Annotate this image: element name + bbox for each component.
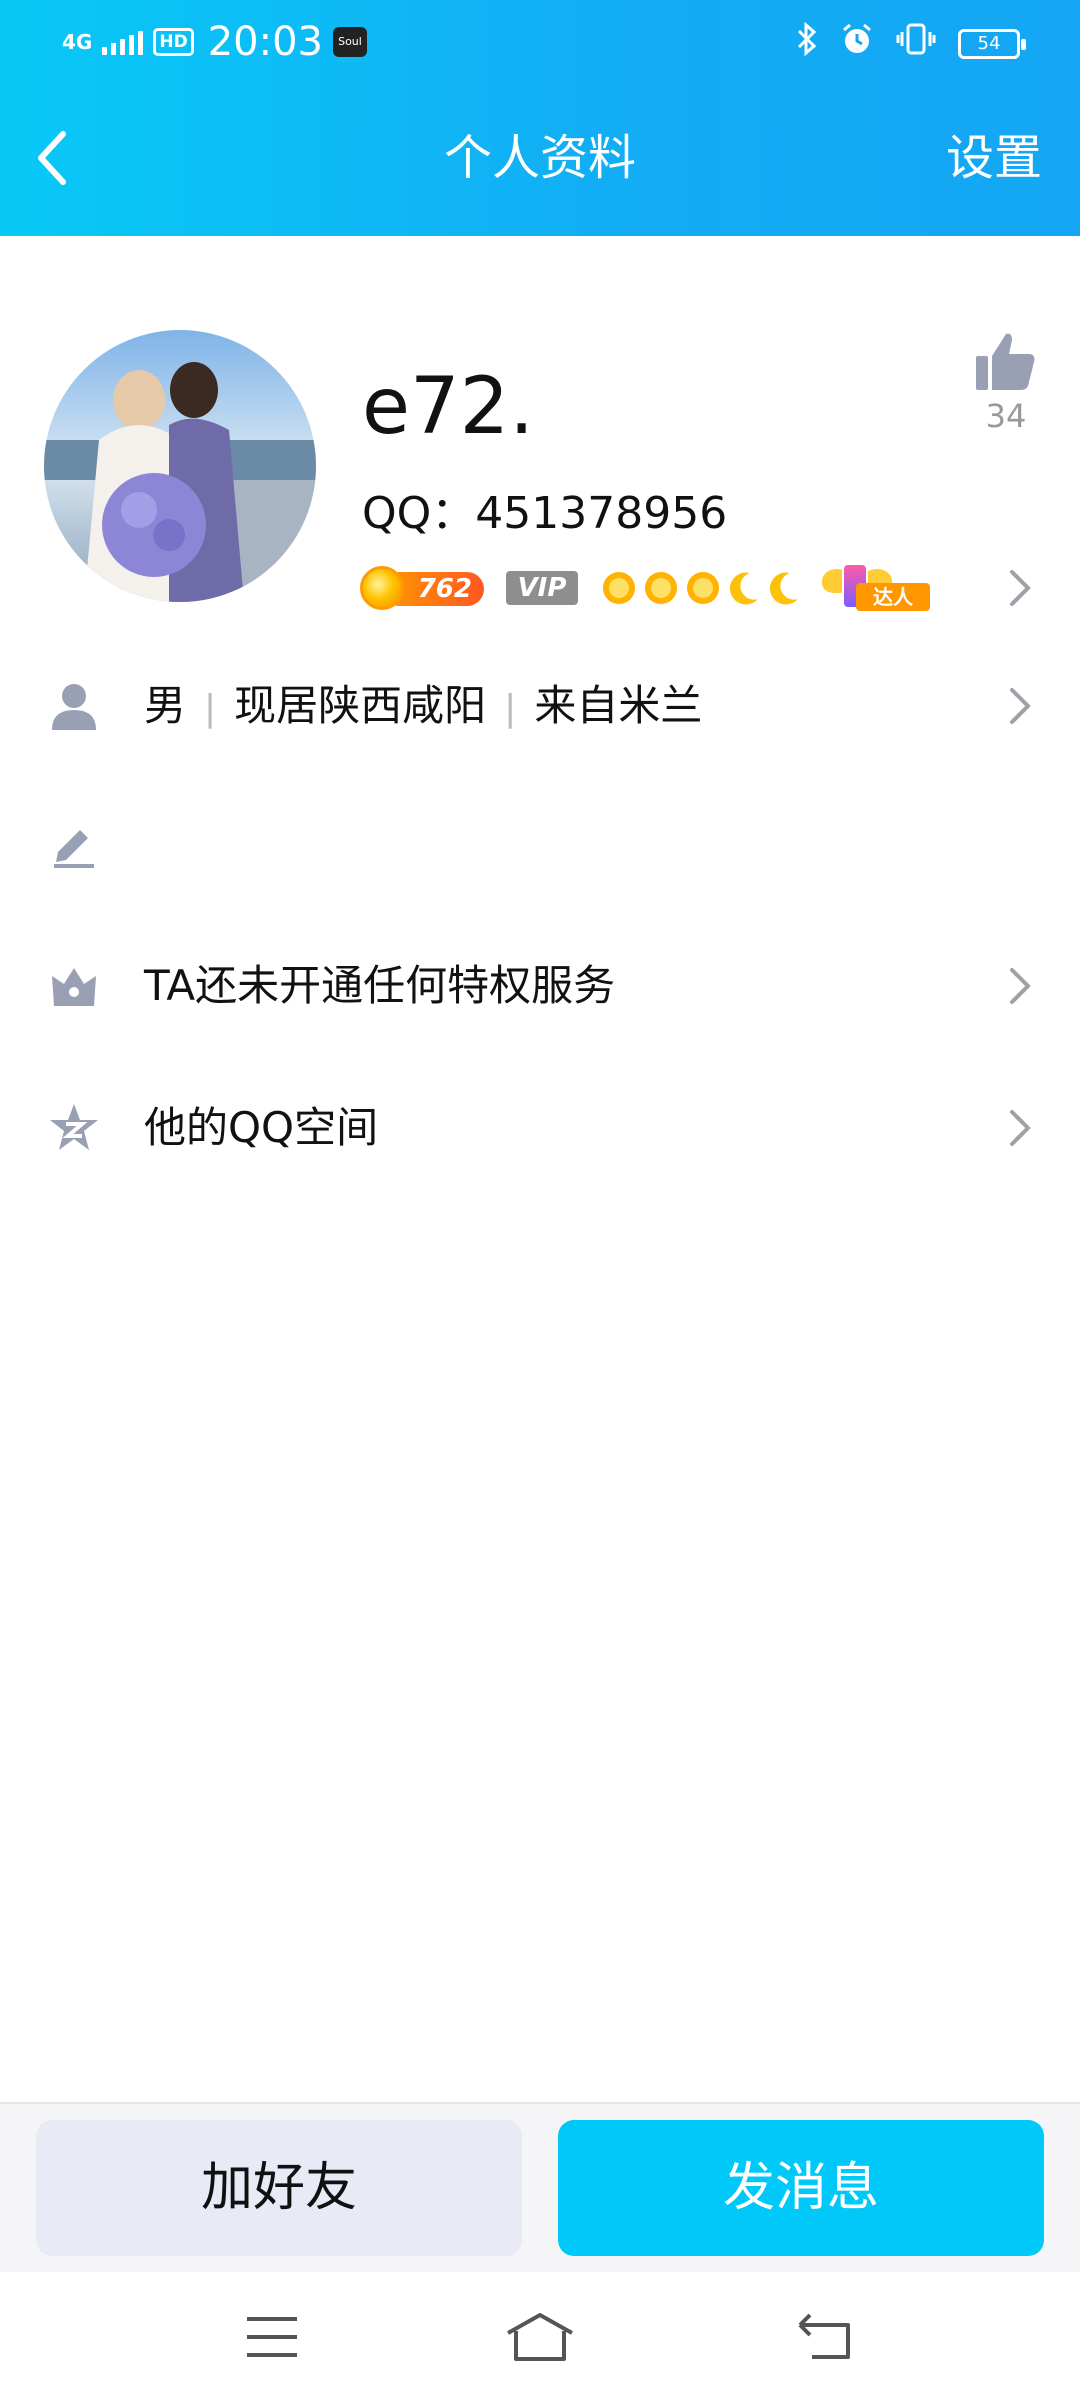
talent-tag: 达人: [856, 583, 930, 611]
vip-badge: VIP: [506, 571, 578, 605]
moon-icon: [769, 572, 798, 605]
privilege-row[interactable]: TA还未开通任何特权服务: [0, 936, 1080, 1036]
divider: |: [204, 688, 217, 729]
qzone-star-icon: [50, 1104, 98, 1150]
signal-icon: [102, 29, 144, 55]
thumbs-up-icon: [976, 333, 1035, 390]
hd-badge: HD: [153, 28, 194, 56]
sun-icon: [687, 572, 719, 604]
crown-icon: [52, 968, 96, 1006]
status-bar: 4G HD 20:03 Soul 54: [0, 0, 1080, 84]
like-count: 34: [985, 397, 1027, 435]
badge-row[interactable]: 762 VIP 达人: [360, 560, 930, 616]
nickname: e72.: [362, 362, 535, 452]
home-nav-button[interactable]: [500, 2302, 580, 2372]
header-bar: 4G HD 20:03 Soul 54 个人资料 设置: [0, 0, 1080, 236]
avatar[interactable]: [44, 330, 316, 602]
pencil-icon: [54, 830, 94, 868]
menu-nav-button[interactable]: [232, 2302, 312, 2372]
settings-button[interactable]: 设置: [946, 128, 1042, 188]
add-friend-button[interactable]: 加好友: [36, 2120, 522, 2256]
signature-row[interactable]: [0, 792, 1080, 892]
sun-icon: [645, 572, 677, 604]
send-message-button[interactable]: 发消息: [558, 2120, 1044, 2256]
home-icon: [507, 2313, 573, 2361]
level-badge: 762: [360, 566, 484, 610]
network-type: 4G: [62, 30, 93, 54]
sun-icon: [603, 572, 635, 604]
page-title: 个人资料: [443, 130, 636, 186]
like-button[interactable]: 34: [966, 330, 1046, 436]
return-icon: [798, 2313, 850, 2359]
qzone-text: 他的QQ空间: [144, 1103, 379, 1152]
menu-icon: [247, 2317, 297, 2357]
qq-number: QQ：451378956: [362, 488, 728, 539]
basic-info-row[interactable]: 男 | 现居陕西咸阳 | 来自米兰: [0, 656, 1080, 756]
battery-indicator: 54: [958, 29, 1026, 59]
divider: |: [504, 688, 517, 729]
hometown-text: 来自米兰: [534, 681, 703, 730]
chevron-right-icon: [1010, 968, 1031, 1004]
bluetooth-icon: [796, 21, 818, 66]
status-time: 20:03: [207, 19, 323, 65]
chevron-right-icon: [1010, 1110, 1031, 1146]
location-text: 现居陕西咸阳: [234, 681, 487, 730]
qzone-row[interactable]: 他的QQ空间: [0, 1078, 1080, 1178]
talent-badge: 达人: [818, 563, 930, 613]
system-nav-bar: [0, 2272, 1080, 2400]
gender-text: 男: [144, 681, 187, 730]
chevron-right-icon: [1010, 688, 1031, 724]
qq-level-icons: [600, 569, 802, 607]
avatar-photo: [44, 330, 316, 602]
coin-icon: [360, 566, 404, 610]
chevron-right-icon[interactable]: [1006, 568, 1034, 608]
moon-icon: [729, 572, 758, 605]
alarm-icon: [840, 22, 874, 66]
vibrate-icon: [896, 22, 936, 66]
person-icon: [52, 684, 96, 730]
soul-app-icon: Soul: [332, 27, 367, 57]
privilege-text: TA还未开通任何特权服务: [144, 961, 616, 1010]
back-nav-button[interactable]: [784, 2302, 864, 2372]
